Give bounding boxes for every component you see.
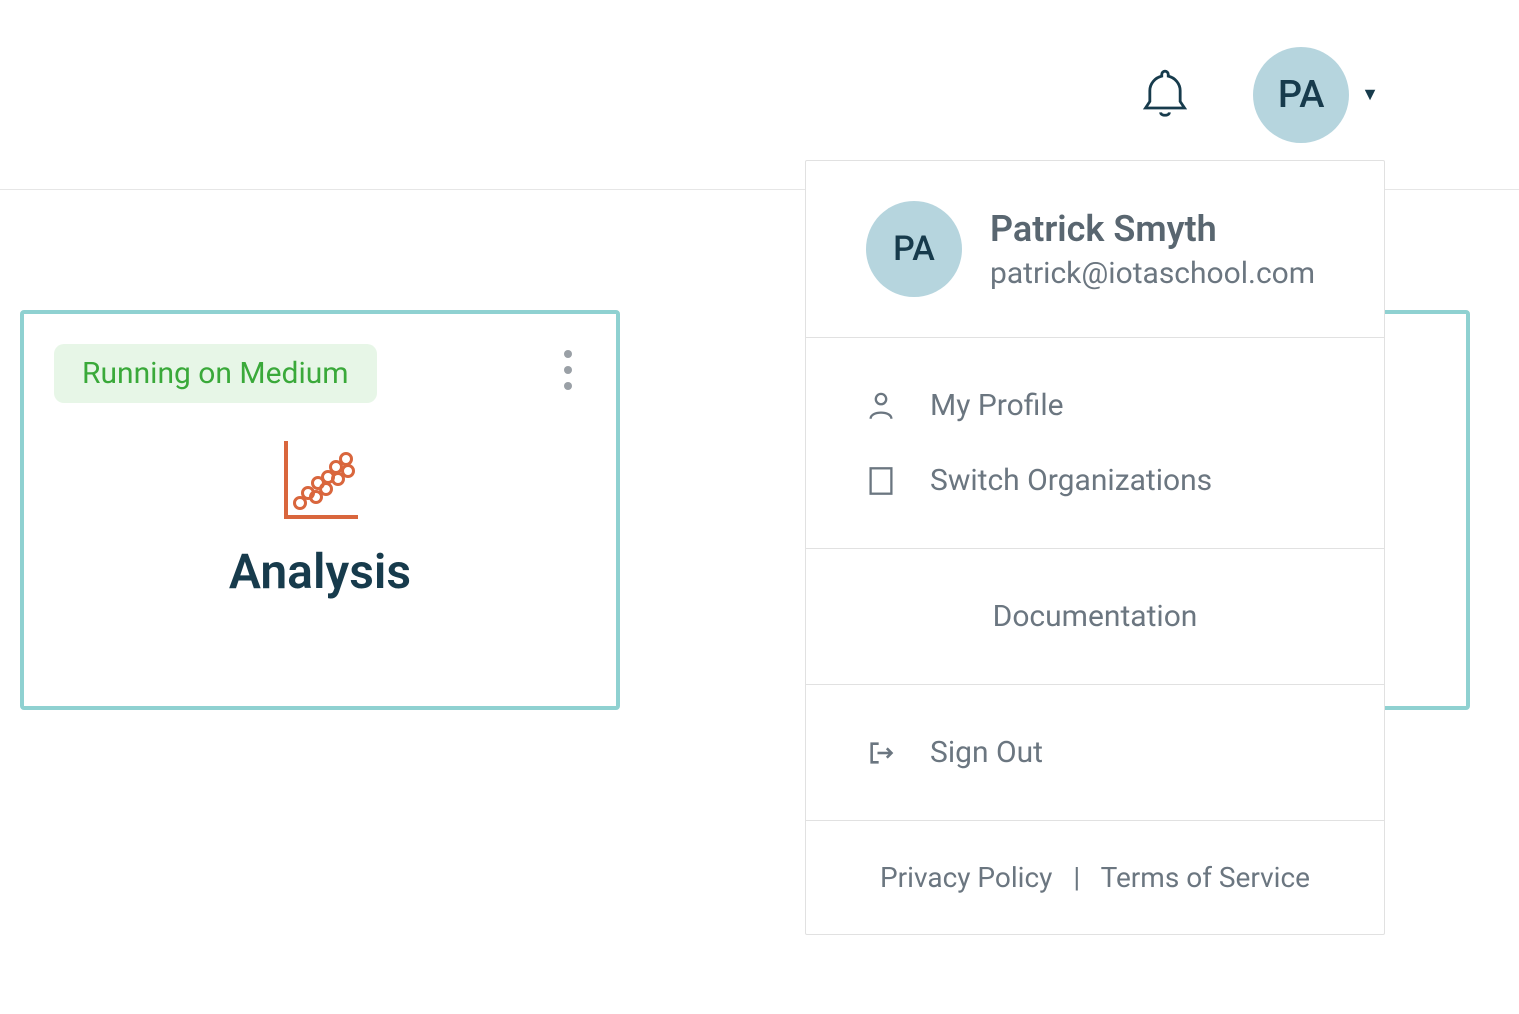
user-dropdown-section: Sign Out — [806, 685, 1384, 821]
menu-item-switch-organizations[interactable]: Switch Organizations — [806, 443, 1384, 518]
user-dropdown-header: PA Patrick Smyth patrick@iotaschool.com — [806, 161, 1384, 338]
sign-out-icon — [866, 738, 896, 768]
user-name: Patrick Smyth — [990, 208, 1315, 250]
building-icon — [866, 466, 896, 496]
user-menu-trigger[interactable]: PA ▼ — [1253, 47, 1379, 143]
kebab-dot — [564, 366, 572, 374]
user-email: patrick@iotaschool.com — [990, 256, 1315, 291]
status-badge: Running on Medium — [54, 344, 377, 403]
user-dropdown-section: My Profile Switch Organizations — [806, 338, 1384, 549]
menu-item-label: Documentation — [993, 599, 1198, 634]
link-terms-of-service[interactable]: Terms of Service — [1101, 861, 1310, 894]
bell-icon — [1139, 66, 1191, 124]
menu-item-label: Switch Organizations — [930, 463, 1212, 498]
menu-item-label: My Profile — [930, 388, 1064, 423]
avatar-initials: PA — [1278, 73, 1325, 117]
kebab-dot — [564, 382, 572, 390]
link-privacy-policy[interactable]: Privacy Policy — [880, 861, 1052, 894]
avatar-initials: PA — [893, 229, 935, 269]
user-dropdown: PA Patrick Smyth patrick@iotaschool.com … — [805, 160, 1385, 935]
menu-item-sign-out[interactable]: Sign Out — [806, 715, 1384, 790]
menu-item-my-profile[interactable]: My Profile — [806, 368, 1384, 443]
footer-separator: | — [1073, 861, 1080, 894]
menu-item-documentation[interactable]: Documentation — [806, 549, 1384, 685]
scatter-chart-icon — [54, 437, 586, 521]
card-title: Analysis — [54, 543, 586, 600]
avatar: PA — [1253, 47, 1349, 143]
project-card-analysis[interactable]: Running on Medium Analysis — [20, 310, 620, 710]
chevron-down-icon: ▼ — [1361, 84, 1379, 105]
kebab-dot — [564, 350, 572, 358]
user-dropdown-footer: Privacy Policy | Terms of Service — [806, 821, 1384, 934]
notifications-button[interactable] — [1137, 67, 1193, 123]
user-info: Patrick Smyth patrick@iotaschool.com — [990, 208, 1315, 291]
avatar: PA — [866, 201, 962, 297]
user-icon — [866, 391, 896, 421]
menu-item-label: Sign Out — [930, 735, 1043, 770]
card-menu-button[interactable] — [564, 350, 572, 390]
